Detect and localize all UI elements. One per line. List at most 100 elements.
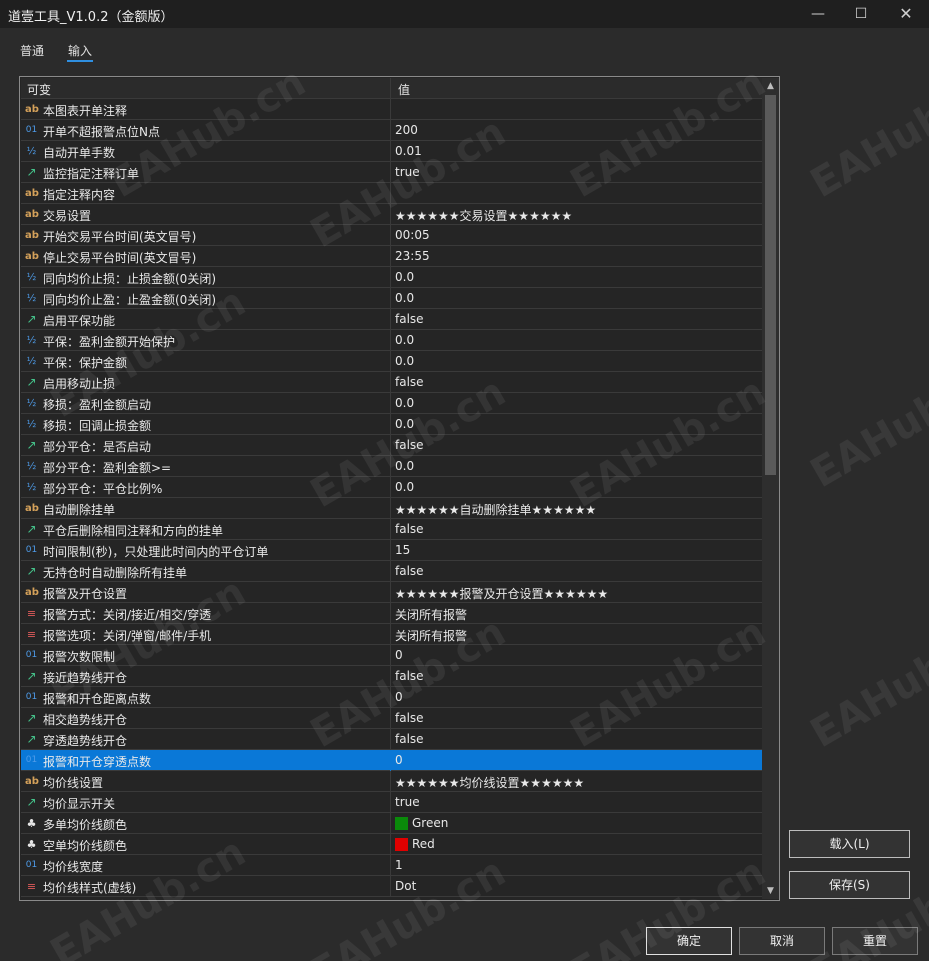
table-row[interactable]: ↗ 均价显示开关 true: [21, 792, 762, 813]
row-variable-cell[interactable]: ↗ 接近趋势线开仓: [21, 666, 391, 687]
table-row[interactable]: ↗ 启用移动止损 false: [21, 372, 762, 393]
row-variable-cell[interactable]: ≡ 报警方式：关闭/接近/相交/穿透: [21, 603, 391, 624]
scroll-thumb[interactable]: [765, 95, 776, 475]
row-variable-cell[interactable]: ab 交易设置: [21, 204, 391, 225]
table-row[interactable]: ab 交易设置 ★★★★★★交易设置★★★★★★: [21, 204, 762, 225]
row-variable-cell[interactable]: ab 自动删除挂单: [21, 498, 391, 519]
row-variable-cell[interactable]: ab 指定注释内容: [21, 183, 391, 204]
row-value-cell[interactable]: Dot: [392, 876, 762, 897]
row-variable-cell[interactable]: ab 均价线设置: [21, 771, 391, 792]
row-value-cell[interactable]: [392, 183, 762, 204]
row-value-cell[interactable]: 0.01: [392, 141, 762, 162]
table-row[interactable]: ↗ 平仓后删除相同注释和方向的挂单 false: [21, 519, 762, 540]
table-row[interactable]: ♣ 空单均价线颜色 Red: [21, 834, 762, 855]
table-row[interactable]: ↗ 相交趋势线开仓 false: [21, 708, 762, 729]
row-value-cell[interactable]: 0: [392, 750, 762, 771]
row-value-cell[interactable]: false: [392, 519, 762, 540]
row-variable-cell[interactable]: ↗ 监控指定注释订单: [21, 162, 391, 183]
row-value-cell[interactable]: false: [392, 372, 762, 393]
table-row[interactable]: ½ 同向均价止损：止损金额(0关闭) 0.0: [21, 267, 762, 288]
tab-inputs[interactable]: 输入: [68, 42, 92, 59]
row-variable-cell[interactable]: ↗ 启用移动止损: [21, 372, 391, 393]
scroll-down-icon[interactable]: ▼: [762, 883, 779, 899]
close-icon[interactable]: ✕: [883, 0, 929, 28]
cancel-button[interactable]: 取消: [739, 927, 825, 955]
table-row[interactable]: ½ 移损：回调止损金额 0.0: [21, 414, 762, 435]
row-variable-cell[interactable]: ≡ 均价线样式(虚线): [21, 876, 391, 897]
row-variable-cell[interactable]: 01 均价线宽度: [21, 855, 391, 876]
row-value-cell[interactable]: 0.0: [392, 477, 762, 498]
row-value-cell[interactable]: 15: [392, 540, 762, 561]
table-row[interactable]: ½ 平保：保护金额 0.0: [21, 351, 762, 372]
table-row[interactable]: ≡ 报警选项：关闭/弹窗/邮件/手机 关闭所有报警: [21, 624, 762, 645]
row-variable-cell[interactable]: ↗ 平仓后删除相同注释和方向的挂单: [21, 519, 391, 540]
row-value-cell[interactable]: Red: [392, 834, 762, 855]
row-variable-cell[interactable]: ab 本图表开单注释: [21, 99, 391, 120]
table-row[interactable]: 01 均价线宽度 1: [21, 855, 762, 876]
table-row[interactable]: ab 停止交易平台时间(英文冒号) 23:55: [21, 246, 762, 267]
row-value-cell[interactable]: 0: [392, 687, 762, 708]
row-value-cell[interactable]: 00:05: [392, 225, 762, 246]
row-variable-cell[interactable]: ↗ 无持仓时自动删除所有挂单: [21, 561, 391, 582]
row-value-cell[interactable]: [392, 99, 762, 120]
row-variable-cell[interactable]: ≡ 报警选项：关闭/弹窗/邮件/手机: [21, 624, 391, 645]
row-value-cell[interactable]: 1: [392, 855, 762, 876]
row-variable-cell[interactable]: ab 报警及开仓设置: [21, 582, 391, 603]
row-variable-cell[interactable]: ½ 移损：回调止损金额: [21, 414, 391, 435]
row-value-cell[interactable]: 0.0: [392, 351, 762, 372]
table-row[interactable]: 01 时间限制(秒)，只处理此时间内的平仓订单 15: [21, 540, 762, 561]
row-variable-cell[interactable]: ½ 移损：盈利金额启动: [21, 393, 391, 414]
table-row[interactable]: ½ 部分平仓：平仓比例% 0.0: [21, 477, 762, 498]
row-value-cell[interactable]: ★★★★★★均价线设置★★★★★★: [392, 771, 762, 792]
row-variable-cell[interactable]: ↗ 启用平保功能: [21, 309, 391, 330]
row-value-cell[interactable]: 0.0: [392, 288, 762, 309]
row-value-cell[interactable]: ★★★★★★交易设置★★★★★★: [392, 204, 762, 225]
row-value-cell[interactable]: true: [392, 792, 762, 813]
row-variable-cell[interactable]: ↗ 均价显示开关: [21, 792, 391, 813]
row-variable-cell[interactable]: ↗ 相交趋势线开仓: [21, 708, 391, 729]
row-value-cell[interactable]: 0.0: [392, 393, 762, 414]
row-value-cell[interactable]: 0.0: [392, 267, 762, 288]
table-row[interactable]: ≡ 报警方式：关闭/接近/相交/穿透 关闭所有报警: [21, 603, 762, 624]
row-value-cell[interactable]: 关闭所有报警: [392, 624, 762, 645]
table-row[interactable]: ab 均价线设置 ★★★★★★均价线设置★★★★★★: [21, 771, 762, 792]
row-value-cell[interactable]: false: [392, 561, 762, 582]
row-variable-cell[interactable]: ½ 同向均价止盈：止盈金额(0关闭): [21, 288, 391, 309]
row-variable-cell[interactable]: ↗ 部分平仓：是否启动: [21, 435, 391, 456]
row-value-cell[interactable]: 关闭所有报警: [392, 603, 762, 624]
tab-common[interactable]: 普通: [20, 42, 44, 59]
row-variable-cell[interactable]: ♣ 空单均价线颜色: [21, 834, 391, 855]
row-value-cell[interactable]: true: [392, 162, 762, 183]
table-row[interactable]: ↗ 监控指定注释订单 true: [21, 162, 762, 183]
table-row[interactable]: ≡ 均价线样式(虚线) Dot: [21, 876, 762, 897]
row-value-cell[interactable]: false: [392, 729, 762, 750]
row-variable-cell[interactable]: 01 开单不超报警点位N点: [21, 120, 391, 141]
row-variable-cell[interactable]: 01 报警次数限制: [21, 645, 391, 666]
row-value-cell[interactable]: ★★★★★★自动删除挂单★★★★★★: [392, 498, 762, 519]
row-variable-cell[interactable]: ½ 平保：保护金额: [21, 351, 391, 372]
table-row[interactable]: 01 报警次数限制 0: [21, 645, 762, 666]
row-variable-cell[interactable]: ab 开始交易平台时间(英文冒号): [21, 225, 391, 246]
row-variable-cell[interactable]: ab 停止交易平台时间(英文冒号): [21, 246, 391, 267]
table-row[interactable]: ½ 移损：盈利金额启动 0.0: [21, 393, 762, 414]
row-variable-cell[interactable]: ½ 同向均价止损：止损金额(0关闭): [21, 267, 391, 288]
row-variable-cell[interactable]: 01 报警和开仓距离点数: [21, 687, 391, 708]
row-variable-cell[interactable]: ½ 平保：盈利金额开始保护: [21, 330, 391, 351]
table-row[interactable]: ab 开始交易平台时间(英文冒号) 00:05: [21, 225, 762, 246]
table-row[interactable]: ↗ 穿透趋势线开仓 false: [21, 729, 762, 750]
load-button[interactable]: 载入(L): [789, 830, 910, 858]
header-variable[interactable]: 可变: [21, 78, 391, 99]
row-value-cell[interactable]: false: [392, 435, 762, 456]
row-value-cell[interactable]: 0.0: [392, 414, 762, 435]
row-variable-cell[interactable]: ♣ 多单均价线颜色: [21, 813, 391, 834]
table-row[interactable]: ab 本图表开单注释: [21, 99, 762, 120]
row-variable-cell[interactable]: ½ 部分平仓：盈利金额>=: [21, 456, 391, 477]
maximize-icon[interactable]: ☐: [838, 0, 884, 28]
table-row[interactable]: 01 报警和开仓穿透点数 0: [21, 750, 762, 771]
table-row[interactable]: 01 报警和开仓距离点数 0: [21, 687, 762, 708]
save-button[interactable]: 保存(S): [789, 871, 910, 899]
row-value-cell[interactable]: 0.0: [392, 330, 762, 351]
row-value-cell[interactable]: Green: [392, 813, 762, 834]
table-row[interactable]: ab 指定注释内容: [21, 183, 762, 204]
row-value-cell[interactable]: 200: [392, 120, 762, 141]
